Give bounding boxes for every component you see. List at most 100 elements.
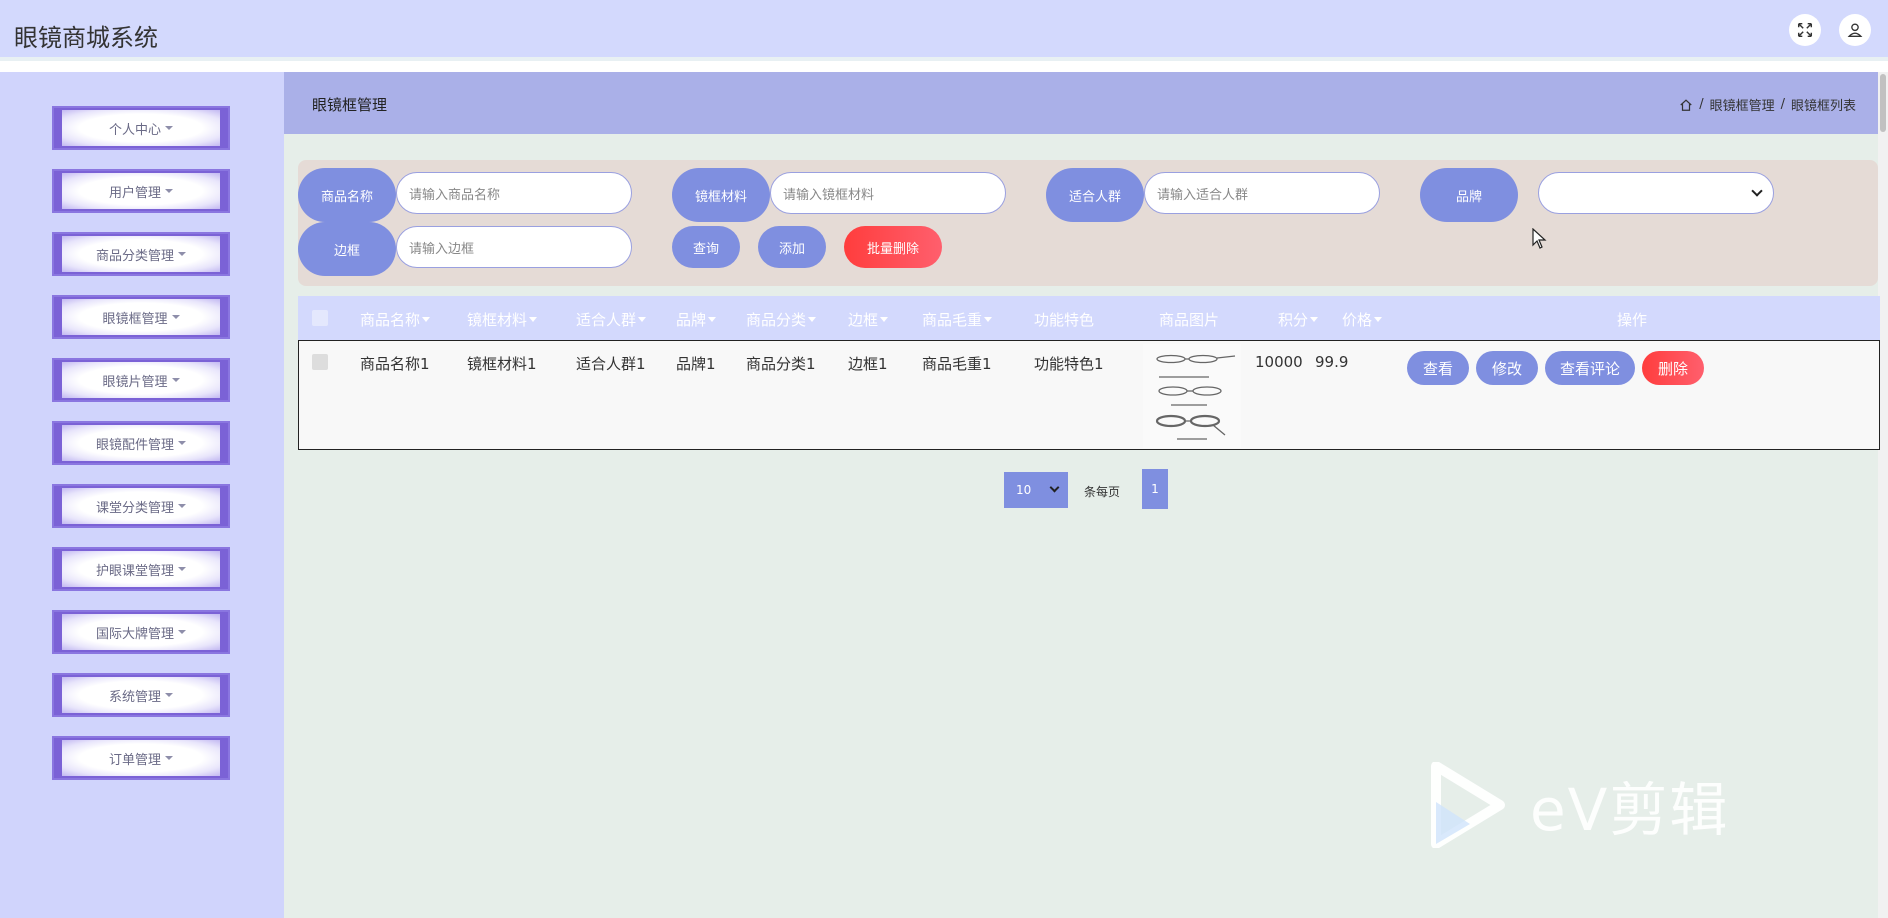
brand-label: 品牌 (1420, 168, 1518, 222)
sort-icon (808, 317, 817, 322)
product-image[interactable] (1143, 344, 1241, 448)
material-input[interactable]: 请输入镜框材料 (770, 172, 1006, 214)
sort-icon (984, 317, 993, 322)
sidebar-item-label: 订单管理 (108, 752, 161, 768)
chevron-down-icon (1049, 482, 1060, 493)
breadcrumb: / 眼镜框管理 / 眼镜框列表 (1679, 95, 1856, 114)
cell-name: 商品名称1 (360, 355, 430, 373)
cell-price: 99.9 (1315, 353, 1349, 371)
sidebar-item-eye-class-management[interactable]: 护眼课堂管理 (52, 547, 230, 591)
user-button[interactable] (1839, 14, 1871, 46)
caret-down-icon (171, 378, 180, 382)
page-title: 眼镜框管理 (312, 96, 388, 114)
caret-down-icon (178, 630, 186, 634)
app-title: 眼镜商城系统 (14, 24, 158, 52)
mouse-cursor-icon (1532, 228, 1547, 249)
caret-down-icon (165, 126, 173, 130)
sort-icon (422, 317, 431, 322)
breadcrumb-separator: / (1780, 97, 1785, 112)
select-all-checkbox[interactable] (312, 310, 328, 326)
cell-category: 商品分类1 (746, 355, 816, 373)
cell-material: 镜框材料1 (467, 355, 537, 373)
fullscreen-button[interactable] (1789, 14, 1821, 46)
sort-icon (1310, 317, 1319, 322)
top-header: 眼镜商城系统 (0, 0, 1888, 61)
crowd-label: 适合人群 (1046, 168, 1144, 222)
chevron-down-icon (1751, 185, 1763, 197)
sidebar-item-label: 系统管理 (108, 689, 161, 705)
caret-down-icon (178, 252, 186, 256)
breadcrumb-level1[interactable]: 眼镜框管理 (1710, 95, 1775, 114)
product-name-label: 商品名称 (298, 168, 396, 222)
column-header[interactable]: 商品名称 (360, 309, 431, 330)
sidebar-item-label: 商品分类管理 (95, 248, 174, 264)
sidebar-item-order-management[interactable]: 订单管理 (52, 736, 230, 780)
cell-feature: 功能特色1 (1034, 355, 1104, 373)
watermark: eV剪辑 (1430, 760, 1790, 850)
page-number-button[interactable]: 1 (1142, 469, 1168, 509)
column-header[interactable]: 商品分类 (746, 309, 817, 330)
home-icon[interactable] (1679, 98, 1693, 112)
sidebar-item-label: 眼镜片管理 (102, 374, 168, 390)
row-checkbox[interactable] (312, 354, 328, 370)
caret-down-icon (165, 189, 173, 193)
play-logo-icon (1431, 762, 1505, 848)
sidebar-item-label: 国际大牌管理 (95, 626, 174, 642)
material-label: 镜框材料 (672, 168, 770, 222)
breadcrumb-separator: / (1699, 97, 1704, 112)
column-header[interactable]: 边框 (848, 309, 889, 330)
crowd-input[interactable]: 请输入适合人群 (1144, 172, 1380, 214)
caret-down-icon (178, 567, 186, 571)
page-size-select[interactable]: 10 (1004, 472, 1068, 508)
scrollbar-track[interactable] (1878, 72, 1888, 918)
sidebar-item-label: 用户管理 (108, 185, 161, 201)
breadcrumb-level2: 眼镜框列表 (1790, 99, 1856, 114)
view-button[interactable]: 查看 (1407, 351, 1469, 385)
edit-button[interactable]: 修改 (1476, 351, 1538, 385)
column-header[interactable]: 品牌 (676, 309, 717, 330)
add-button[interactable]: 添加 (758, 226, 826, 268)
column-header[interactable]: 适合人群 (576, 309, 647, 330)
table-row: 商品名称1 镜框材料1 适合人群1 品牌1 商品分类1 边框1 商品毛重1 功能… (298, 340, 1880, 450)
column-header[interactable]: 商品毛重 (922, 309, 993, 330)
cell-weight: 商品毛重1 (922, 355, 992, 373)
column-header[interactable]: 积分 (1278, 309, 1319, 330)
sidebar-item-label: 课堂分类管理 (95, 500, 174, 516)
sidebar-item-label: 眼镜框管理 (102, 311, 168, 327)
sidebar-item-frame-management[interactable]: 眼镜框管理 (52, 295, 230, 339)
caret-down-icon (165, 756, 173, 760)
sidebar-item-personal-center[interactable]: 个人中心 (52, 106, 230, 150)
search-panel: 商品名称 请输入商品名称 镜框材料 请输入镜框材料 适合人群 请输入适合人群 品… (298, 160, 1878, 286)
column-header[interactable]: 镜框材料 (467, 309, 538, 330)
sidebar-item-system-management[interactable]: 系统管理 (52, 673, 230, 717)
sidebar-item-label: 个人中心 (108, 122, 161, 138)
view-comments-button[interactable]: 查看评论 (1545, 351, 1635, 385)
brand-select[interactable] (1538, 172, 1774, 214)
delete-button[interactable]: 删除 (1642, 351, 1704, 385)
sidebar-item-accessory-management[interactable]: 眼镜配件管理 (52, 421, 230, 465)
data-table: 商品名称 镜框材料 适合人群 品牌 商品分类 边框 商品毛重 功能特色 商品图片… (298, 296, 1880, 450)
column-header[interactable]: 价格 (1342, 309, 1383, 330)
sidebar-item-category-management[interactable]: 商品分类管理 (52, 232, 230, 276)
cell-points: 10000 (1255, 353, 1303, 371)
sort-icon (638, 317, 647, 322)
sidebar-item-user-management[interactable]: 用户管理 (52, 169, 230, 213)
cell-crowd: 适合人群1 (576, 355, 646, 373)
user-icon (1847, 23, 1863, 37)
scrollbar-thumb[interactable] (1880, 74, 1886, 132)
sidebar-item-brand-management[interactable]: 国际大牌管理 (52, 610, 230, 654)
query-button[interactable]: 查询 (672, 226, 740, 268)
sort-icon (880, 317, 889, 322)
sidebar-item-class-category-management[interactable]: 课堂分类管理 (52, 484, 230, 528)
column-header: 商品图片 (1159, 311, 1220, 329)
sidebar: 个人中心 用户管理 商品分类管理 眼镜框管理 眼镜片管理 眼镜配件管理 课堂分类… (0, 72, 284, 918)
frame-input[interactable]: 请输入边框 (396, 226, 632, 268)
sidebar-item-lens-management[interactable]: 眼镜片管理 (52, 358, 230, 402)
table-header: 商品名称 镜框材料 适合人群 品牌 商品分类 边框 商品毛重 功能特色 商品图片… (298, 296, 1880, 340)
cell-brand: 品牌1 (676, 355, 716, 373)
product-name-input[interactable]: 请输入商品名称 (396, 172, 632, 214)
page-header-bar: 眼镜框管理 / 眼镜框管理 / 眼镜框列表 (284, 72, 1878, 134)
batch-delete-button[interactable]: 批量删除 (844, 226, 942, 268)
sort-icon (708, 317, 717, 322)
per-page-text: 条每页 (1084, 485, 1121, 499)
